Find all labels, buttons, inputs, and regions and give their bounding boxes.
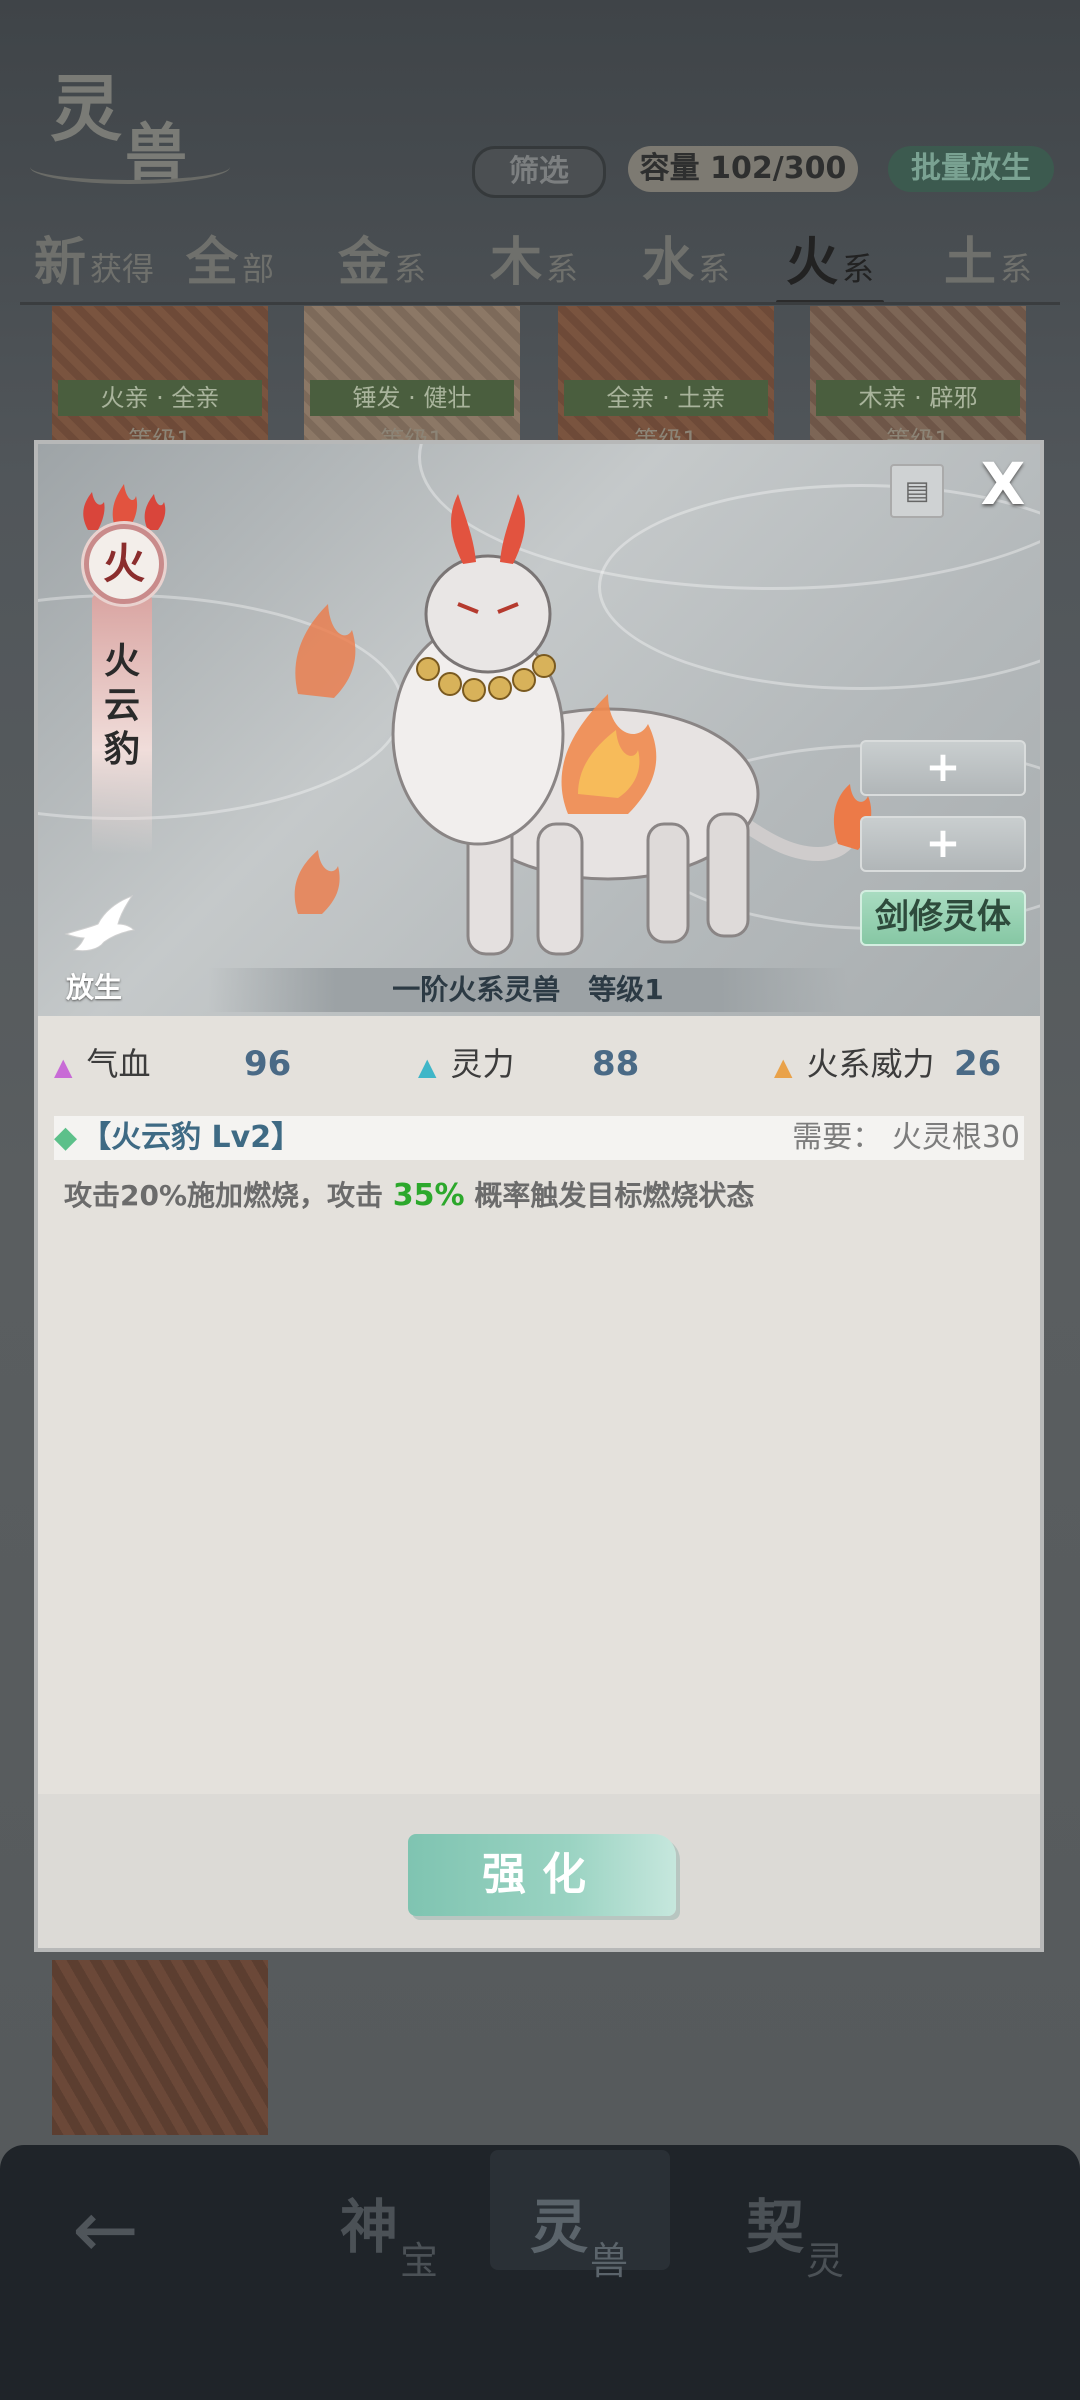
release-button[interactable]: 放生 [66, 966, 122, 1006]
level-text: 等级1 [588, 973, 664, 1006]
skill-name: ◆ 【火云豹 Lv2】 [54, 1120, 302, 1155]
batch-release-button[interactable]: 批量放生 [888, 146, 1054, 192]
stat-hp: ▲ 气血 96 [54, 1044, 292, 1084]
tab-metal[interactable]: 金系 [338, 220, 426, 300]
beast-card[interactable]: 锤发 · 健壮 等级1 [304, 306, 520, 446]
tab-water[interactable]: 水系 [642, 220, 730, 300]
add-slot-button-2[interactable]: + [860, 816, 1026, 872]
skill-description: 攻击20%施加燃烧，攻击 35% 概率触发目标燃烧状态 [64, 1178, 755, 1213]
element-badge: 火 [84, 524, 164, 604]
rank-text: 一阶火系灵兽 [392, 973, 561, 1006]
triangle-icon: ▲ [774, 1053, 793, 1081]
element-tabs: 新获得 全部 金系 木系 水系 火系 土系 [0, 220, 1080, 304]
beast-detail-modal: 火 火云豹 ▤ X + + 剑修灵体 放生 一阶火系灵兽 等级1 ▲ 气血 96… [34, 440, 1044, 1952]
save-icon[interactable]: ▤ [890, 464, 944, 518]
tab-earth[interactable]: 土系 [944, 220, 1032, 300]
nav-tab-beast[interactable]: 灵兽 [490, 2150, 670, 2283]
close-button[interactable]: X [973, 454, 1033, 514]
arrow-left-icon[interactable]: ← [72, 2190, 162, 2270]
add-slot-button-1[interactable]: + [860, 740, 1026, 796]
beast-card[interactable]: 全亲 · 土亲 等级1 [558, 306, 774, 446]
rank-level-strip: 一阶火系灵兽 等级1 [208, 968, 848, 1012]
sword-body-button[interactable]: 剑修灵体 [860, 890, 1026, 946]
triangle-icon: ▲ [54, 1053, 73, 1081]
beast-portrait-panel: 火 火云豹 ▤ X + + 剑修灵体 放生 一阶火系灵兽 等级1 [38, 444, 1040, 1016]
tab-new[interactable]: 新获得 [34, 220, 154, 300]
beast-name: 火云豹 [103, 640, 140, 770]
nav-tab-contract[interactable]: 契灵 [706, 2150, 886, 2283]
nav-tab-treasure[interactable]: 神宝 [300, 2150, 480, 2283]
triangle-icon: ▲ [418, 1053, 437, 1081]
stat-spirit: ▲ 灵力 88 [418, 1044, 640, 1084]
beast-card[interactable]: 木亲 · 辟邪 等级1 [810, 306, 1026, 446]
filter-button[interactable]: 筛选 [472, 146, 606, 198]
skill-header: ◆ 【火云豹 Lv2】 需要： 火灵根30 [54, 1116, 1024, 1160]
tab-all[interactable]: 全部 [186, 220, 274, 300]
tab-wood[interactable]: 木系 [490, 220, 578, 300]
capacity-badge: 容量 102/300 [628, 146, 858, 192]
tab-fire[interactable]: 火系 [775, 220, 885, 304]
enhance-button[interactable]: 强化 [408, 1834, 676, 1916]
stats-row: ▲ 气血 96 ▲ 灵力 88 ▲ 火系威力 26 [38, 1034, 1040, 1094]
skill-requirement: 需要： 火灵根30 [792, 1120, 1020, 1155]
beast-illustration [294, 494, 872, 956]
diamond-icon: ◆ [54, 1120, 78, 1155]
beast-card[interactable] [52, 1960, 268, 2135]
page-logo: 灵 兽 [30, 40, 230, 190]
dove-icon[interactable] [58, 894, 138, 954]
beast-card[interactable]: 火亲 · 全亲 等级1 [52, 306, 268, 446]
stat-fire-power: ▲ 火系威力 26 [774, 1044, 1002, 1084]
